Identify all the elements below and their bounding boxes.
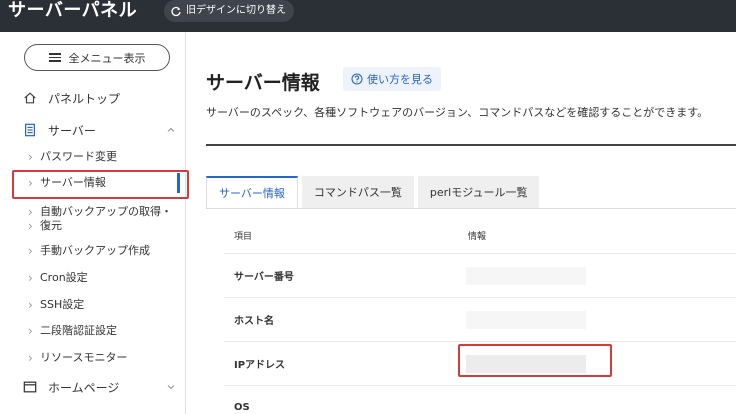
- table-row: ホスト名: [224, 298, 736, 342]
- redacted-value: [466, 311, 586, 329]
- sidebar: 全メニュー表示 パネルトップ サーバー パスワード変更 サーバー情報 自動バック…: [0, 32, 189, 414]
- sidebar-item-server[interactable]: サーバー: [0, 120, 186, 140]
- table-row: OS: [224, 386, 736, 414]
- row-label: サーバー番号: [234, 272, 294, 283]
- redacted-value: [466, 267, 586, 285]
- table-row: サーバー番号: [224, 254, 736, 298]
- app-title: サーバーパネル: [8, 0, 138, 21]
- sidebar-item-auto-backup-line2: 復元: [0, 218, 186, 234]
- row-label: IPアドレス: [234, 360, 286, 371]
- tab-command-path[interactable]: コマンドパス一覧: [301, 176, 414, 208]
- page-title: サーバー情報: [206, 72, 320, 94]
- row-value: [460, 254, 736, 297]
- row-value: [460, 298, 736, 341]
- all-menu-button[interactable]: 全メニュー表示: [24, 44, 170, 71]
- highlight-box: [458, 344, 612, 377]
- howto-label: 使い方を見る: [367, 73, 433, 86]
- old-design-label: 旧デザインに切り替え: [186, 5, 286, 16]
- howto-button[interactable]: 使い方を見る: [343, 67, 441, 91]
- page-description: サーバーのスペック、各種ソフトウェアのバージョン、コマンドパスなどを確認すること…: [206, 106, 709, 119]
- sidebar-item-label: パネルトップ: [48, 91, 121, 106]
- highlight-box: [12, 170, 189, 199]
- column-header-item: 項目: [234, 232, 253, 242]
- home-icon: [22, 90, 38, 106]
- divider: [206, 144, 736, 146]
- sidebar-item-homepage[interactable]: ホームページ: [0, 377, 186, 397]
- row-label: ホスト名: [234, 316, 274, 327]
- tab-server-info[interactable]: サーバー情報: [206, 176, 298, 208]
- top-bar: サーバーパネル 旧デザインに切り替え: [0, 0, 736, 32]
- row-label: OS: [234, 402, 250, 413]
- tab-bar: サーバー情報 コマンドパス一覧 perlモジュール一覧: [206, 176, 540, 208]
- chevron-down-icon: [167, 385, 175, 390]
- sidebar-item-resource-monitor[interactable]: リソースモニター: [0, 350, 186, 366]
- sidebar-item-cron[interactable]: Cron設定: [0, 270, 186, 286]
- sidebar-item-panel-top[interactable]: パネルトップ: [0, 88, 186, 108]
- refresh-icon: [171, 6, 181, 17]
- table-header: 項目 情報: [224, 218, 736, 254]
- sidebar-item-two-factor[interactable]: 二段階認証設定: [0, 323, 186, 339]
- sidebar-item-label: ホームページ: [48, 380, 120, 395]
- main-content: サーバー情報 使い方を見る サーバーのスペック、各種ソフトウェアのバージョン、コ…: [186, 32, 736, 414]
- all-menu-label: 全メニュー表示: [68, 51, 146, 65]
- hamburger-icon: [48, 53, 61, 62]
- row-value: [460, 386, 736, 414]
- sidebar-item-password[interactable]: パスワード変更: [0, 149, 186, 165]
- sidebar-item-ssh[interactable]: SSH設定: [0, 297, 186, 313]
- chevron-up-icon: [167, 127, 175, 132]
- window-icon: [22, 379, 38, 395]
- old-design-switch-button[interactable]: 旧デザインに切り替え: [164, 0, 294, 22]
- column-header-info: 情報: [468, 232, 487, 242]
- sidebar-item-label: サーバー: [48, 123, 96, 138]
- help-icon: [351, 73, 363, 85]
- server-icon: [22, 122, 38, 138]
- server-info-table: 項目 情報 サーバー番号 ホスト名 IPアドレス OS: [224, 218, 736, 414]
- sidebar-item-manual-backup[interactable]: 手動バックアップ作成: [0, 243, 186, 259]
- tabs-underline: [206, 208, 736, 209]
- tab-perl-modules[interactable]: perlモジュール一覧: [417, 176, 540, 208]
